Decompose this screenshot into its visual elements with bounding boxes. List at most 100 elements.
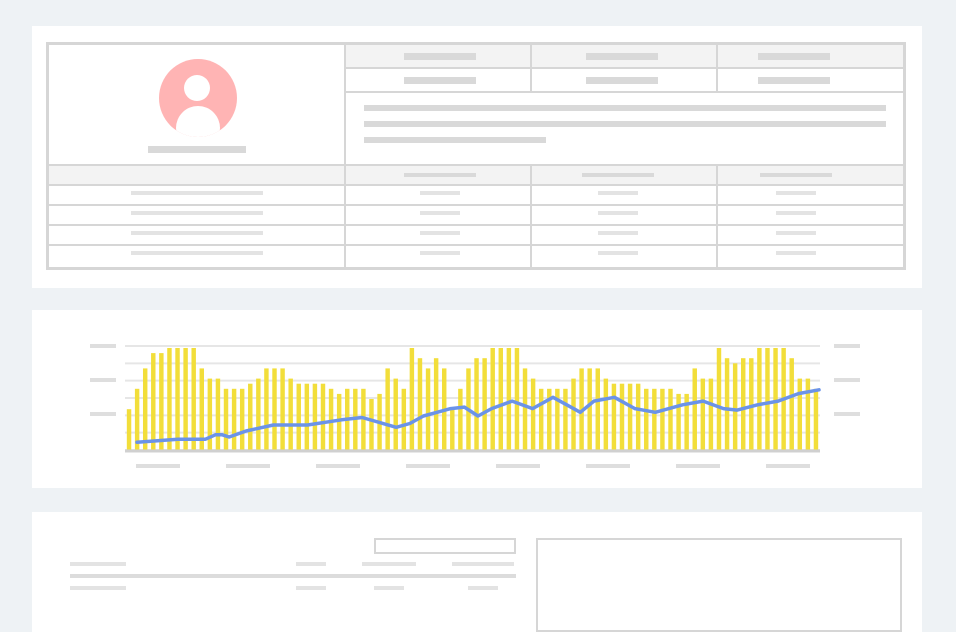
table-row-cell	[776, 251, 816, 255]
chart-bar	[248, 383, 253, 450]
chart-bar	[167, 348, 172, 450]
chart-bar	[458, 388, 463, 450]
table-row-cell	[420, 251, 460, 255]
chart-bar	[797, 378, 803, 450]
chart-bar	[223, 388, 229, 450]
chart-bar	[159, 353, 164, 450]
chart-bar	[191, 348, 196, 450]
chart-bar	[304, 383, 310, 450]
chart-bar	[498, 348, 504, 450]
combo-chart	[90, 344, 860, 468]
x-axis-tick-label	[496, 464, 540, 468]
chart-bar	[757, 348, 762, 450]
chart-bar	[369, 399, 374, 450]
header-placeholder	[758, 53, 830, 60]
chart-bar	[433, 358, 439, 450]
chart-bar	[700, 378, 706, 450]
chart-bar	[587, 368, 592, 450]
bottom-card	[32, 512, 922, 632]
table-row-cell	[420, 191, 460, 195]
header-placeholder	[404, 53, 476, 60]
column-header-placeholder	[760, 173, 832, 177]
y-axis-tick-label	[90, 412, 116, 416]
chart-bar	[668, 388, 673, 450]
chart-bar	[272, 368, 277, 450]
chart-bar	[644, 388, 649, 450]
chart-bar	[538, 388, 544, 450]
chart-bar	[312, 383, 318, 450]
x-axis-tick-label	[586, 464, 630, 468]
y2-axis-tick-label	[834, 344, 860, 348]
chart-bar	[789, 358, 794, 450]
column-header-placeholder	[582, 173, 654, 177]
chart-bar	[490, 348, 495, 450]
chart-bar	[506, 348, 512, 450]
list-header-placeholder	[452, 562, 514, 566]
list-row-placeholder	[70, 586, 126, 590]
chart-bar	[627, 383, 633, 450]
chart-bar	[385, 368, 390, 450]
table-row-cell	[131, 231, 263, 235]
chart-bar	[296, 383, 301, 450]
chart-bar	[724, 358, 730, 450]
header-placeholder	[586, 53, 658, 60]
chart-bar	[280, 368, 285, 450]
chart-bar	[151, 353, 156, 450]
list-header-placeholder	[70, 562, 126, 566]
chart-bar	[215, 378, 221, 450]
chart-bar	[425, 368, 431, 450]
value-placeholder	[404, 77, 476, 84]
chart-bar	[652, 388, 657, 450]
y-axis-tick-label	[90, 378, 116, 382]
chart-bar	[571, 378, 576, 450]
profile-table-card	[32, 26, 922, 288]
user-avatar-icon	[159, 59, 237, 137]
table-row-cell	[598, 211, 638, 215]
chart-bar	[183, 348, 188, 450]
chart-bar	[692, 368, 697, 450]
chart-bar	[522, 368, 528, 450]
list-header-placeholder	[362, 562, 416, 566]
chart-bar	[264, 368, 269, 450]
x-axis-tick-label	[766, 464, 810, 468]
chart-bar	[256, 378, 261, 450]
username-placeholder	[148, 146, 246, 153]
chart-card	[32, 310, 922, 488]
chart-bar	[716, 348, 722, 450]
chart-bar	[393, 378, 398, 450]
search-input[interactable]	[374, 538, 516, 554]
y2-axis-tick-label	[834, 378, 860, 382]
chart-bar	[619, 383, 625, 450]
table-row-cell	[420, 231, 460, 235]
x-axis-tick-label	[676, 464, 720, 468]
table-row-cell	[131, 191, 263, 195]
chart-bar	[482, 358, 487, 450]
chart-bar	[239, 388, 245, 450]
chart-bar	[741, 358, 746, 450]
chart-bar	[288, 378, 293, 450]
chart-bar	[530, 378, 536, 450]
chart-bar	[595, 368, 600, 450]
list-row-placeholder	[374, 586, 404, 590]
x-axis-tick-label	[316, 464, 360, 468]
chart-bar	[450, 409, 455, 450]
table-row-cell	[776, 231, 816, 235]
chart-bar	[175, 348, 180, 450]
list-row-placeholder	[296, 586, 326, 590]
x-axis-tick-label	[226, 464, 270, 468]
chart-bar	[563, 388, 568, 450]
column-header-placeholder	[404, 173, 476, 177]
chart-bar	[773, 348, 778, 450]
chart-bar	[514, 348, 520, 450]
list-header-placeholder	[296, 562, 326, 566]
list-divider	[70, 574, 516, 578]
chart-bar	[603, 378, 609, 450]
chart-bar	[765, 348, 770, 450]
chart-bar	[320, 383, 326, 450]
table-row-cell	[420, 211, 460, 215]
value-placeholder	[586, 77, 658, 84]
table-row-cell	[131, 211, 263, 215]
chart-bar	[813, 388, 819, 450]
chart-bar	[142, 368, 148, 450]
x-axis-tick-label	[406, 464, 450, 468]
